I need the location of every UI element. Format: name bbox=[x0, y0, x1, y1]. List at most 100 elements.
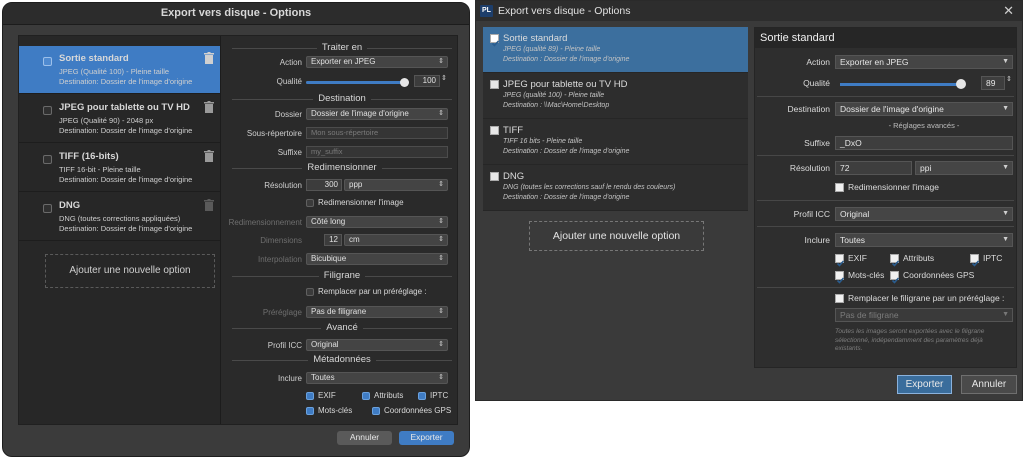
option-title: DNG bbox=[503, 171, 525, 182]
win-option-item[interactable]: Sortie standard JPEG (qualité 89) - Plei… bbox=[483, 27, 748, 73]
resolution-unit-select[interactable]: ppp ⇕ bbox=[344, 179, 448, 191]
trash-icon[interactable] bbox=[204, 52, 214, 64]
interp-label: Interpolation bbox=[257, 255, 302, 264]
preglage-select[interactable]: Pas de filigrane ⇕ bbox=[306, 306, 448, 318]
coord-checkbox[interactable] bbox=[372, 407, 380, 415]
suffixe-input[interactable]: my_suffix bbox=[306, 146, 448, 158]
close-icon[interactable]: ✕ bbox=[1003, 1, 1014, 21]
attributs-label: Attributs bbox=[374, 391, 404, 400]
qualite-slider[interactable] bbox=[306, 81, 404, 84]
mac-option-item[interactable]: TIFF (16-bits) TIFF 16-bit - Pleine tail… bbox=[19, 144, 220, 192]
action-select[interactable]: Exporter en JPEG ⇕ bbox=[306, 56, 448, 68]
icc-select[interactable]: Original ▼ bbox=[835, 207, 1013, 221]
redimmode-select[interactable]: Côté long ⇕ bbox=[306, 216, 448, 228]
option-checkbox[interactable] bbox=[43, 57, 52, 66]
win-window-title: Export vers disque - Options bbox=[498, 5, 631, 17]
win-add-option-button[interactable]: Ajouter une nouvelle option bbox=[529, 221, 704, 251]
attributs-checkbox[interactable] bbox=[890, 254, 900, 267]
mac-cancel-button[interactable]: Annuler bbox=[337, 431, 392, 445]
sousrep-input[interactable]: Mon sous-répertoire bbox=[306, 127, 448, 139]
win-export-button[interactable]: Exporter bbox=[897, 375, 952, 394]
dimensions-input[interactable]: 12 bbox=[324, 234, 342, 246]
suffixe-label: Suffixe bbox=[804, 138, 830, 148]
destination-select[interactable]: Dossier de l'image d'origine ▼ bbox=[835, 102, 1013, 116]
exif-checkbox[interactable] bbox=[306, 392, 314, 400]
win-option-item[interactable]: DNG DNG (toutes les corrections sauf le … bbox=[483, 165, 748, 211]
option-subtitle: JPEG (Qualité 90) - 2048 px bbox=[59, 116, 154, 125]
mac-window-title: Export vers disque - Options bbox=[3, 3, 469, 25]
motscles-checkbox[interactable] bbox=[306, 407, 314, 415]
option-title: DNG bbox=[59, 200, 81, 211]
qualite-input[interactable]: 89 bbox=[981, 76, 1005, 90]
win-cancel-button[interactable]: Annuler bbox=[961, 375, 1017, 394]
dossier-select[interactable]: Dossier de l'image d'origine ⇕ bbox=[306, 108, 448, 120]
mac-option-item[interactable]: DNG DNG (toutes corrections appliquées) … bbox=[19, 193, 220, 241]
qualite-input[interactable]: 100 bbox=[414, 75, 440, 87]
filigrane-select[interactable]: Pas de filigrane ▼ bbox=[835, 308, 1013, 322]
mac-option-item[interactable]: Sortie standard JPEG (Qualité 100) - Ple… bbox=[19, 46, 220, 94]
resolution-input[interactable]: 300 bbox=[306, 179, 342, 191]
sousrep-label: Sous-répertoire bbox=[246, 129, 302, 138]
action-select[interactable]: Exporter en JPEG ▼ bbox=[835, 55, 1013, 69]
win-option-list: Sortie standard JPEG (qualité 89) - Plei… bbox=[483, 27, 748, 211]
win-option-item[interactable]: JPEG pour tablette ou TV HD JPEG (qualit… bbox=[483, 73, 748, 119]
icc-label: Profil ICC bbox=[793, 209, 830, 219]
option-checkbox[interactable] bbox=[490, 126, 499, 135]
option-subtitle: DNG (toutes corrections appliquées) bbox=[59, 214, 181, 223]
option-checkbox[interactable] bbox=[490, 34, 500, 47]
dimensions-label: Dimensions bbox=[260, 236, 302, 245]
mac-export-button[interactable]: Exporter bbox=[399, 431, 454, 445]
section-redim: Redimensionner bbox=[232, 162, 452, 174]
win-export-dialog: PL Export vers disque - Options ✕ Sortie… bbox=[475, 0, 1023, 401]
inclure-select[interactable]: Toutes ⇕ bbox=[306, 372, 448, 384]
trash-icon[interactable] bbox=[204, 150, 214, 162]
filigrane-checkbox-label: Remplacer le filigrane par un préréglage… bbox=[848, 293, 1005, 303]
win-option-item[interactable]: TIFF TIFF 16 bits - Pleine taille Destin… bbox=[483, 119, 748, 165]
action-label: Action bbox=[279, 58, 302, 67]
motscles-checkbox[interactable] bbox=[835, 271, 845, 284]
motscles-label: Mots-clés bbox=[318, 406, 353, 415]
section-destination: Destination bbox=[232, 93, 452, 105]
redim-checkbox[interactable] bbox=[306, 199, 314, 207]
filigrane-checkbox[interactable] bbox=[835, 294, 844, 303]
qualite-slider[interactable] bbox=[840, 83, 960, 86]
option-title: TIFF bbox=[503, 125, 524, 136]
stepper-icon[interactable]: ⇕ bbox=[441, 74, 447, 82]
mac-option-item[interactable]: JPEG pour tablette ou TV HD JPEG (Qualit… bbox=[19, 95, 220, 143]
redim-checkbox[interactable] bbox=[835, 183, 844, 192]
inclure-select[interactable]: Toutes ▼ bbox=[835, 233, 1013, 247]
reglages-avances-label: - Réglages avancés - bbox=[888, 121, 960, 130]
option-checkbox[interactable] bbox=[490, 80, 499, 89]
iptc-checkbox[interactable] bbox=[418, 392, 426, 400]
icc-select[interactable]: Original ⇕ bbox=[306, 339, 448, 351]
iptc-checkbox[interactable] bbox=[970, 254, 980, 267]
stepper-icon[interactable]: ⇕ bbox=[1006, 75, 1012, 83]
dimensions-unit-select[interactable]: cm ⇕ bbox=[344, 234, 448, 246]
iptc-label: IPTC bbox=[430, 391, 449, 400]
option-destination: Destination: Dossier de l'image d'origin… bbox=[59, 175, 193, 184]
qualite-label: Qualité bbox=[803, 78, 830, 88]
mac-add-option-button[interactable]: Ajouter une nouvelle option bbox=[45, 254, 215, 288]
panel-title: Sortie standard bbox=[755, 28, 1016, 48]
option-checkbox[interactable] bbox=[43, 204, 52, 213]
exif-checkbox[interactable] bbox=[835, 254, 845, 267]
option-checkbox[interactable] bbox=[490, 172, 499, 181]
inclure-label: Inclure bbox=[804, 235, 830, 245]
resolution-unit-select[interactable]: ppi ▼ bbox=[915, 161, 1013, 175]
filigrane-checkbox[interactable] bbox=[306, 288, 314, 296]
trash-icon[interactable] bbox=[204, 199, 214, 211]
coord-checkbox[interactable] bbox=[890, 271, 900, 284]
qualite-slider-knob[interactable] bbox=[956, 79, 966, 89]
attributs-checkbox[interactable] bbox=[362, 392, 370, 400]
interp-select[interactable]: Bicubique ⇕ bbox=[306, 253, 448, 265]
option-destination: Destination: Dossier de l'image d'origin… bbox=[59, 126, 193, 135]
redim-checkbox-label: Redimensionner l'image bbox=[318, 198, 404, 207]
suffixe-input[interactable]: _DxO bbox=[835, 136, 1013, 150]
trash-icon[interactable] bbox=[204, 101, 214, 113]
option-checkbox[interactable] bbox=[43, 106, 52, 115]
resolution-input[interactable]: 72 bbox=[835, 161, 912, 175]
option-destination: Destination: Dossier de l'image d'origin… bbox=[59, 77, 193, 86]
option-checkbox[interactable] bbox=[43, 155, 52, 164]
qualite-slider-knob[interactable] bbox=[400, 78, 409, 87]
action-label: Action bbox=[806, 57, 830, 67]
